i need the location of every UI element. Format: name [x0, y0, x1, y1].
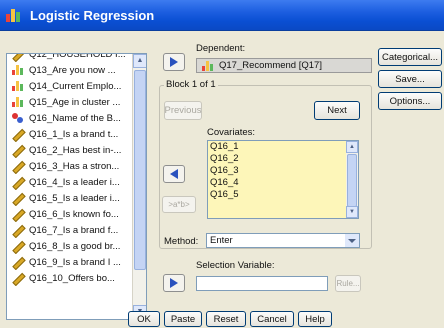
selection-variable-field[interactable]: [196, 276, 328, 291]
covariate-item[interactable]: Q16_2: [208, 153, 358, 165]
pencil-icon: [11, 128, 25, 140]
variable-label: Q16_1_Is a brand t...: [29, 128, 119, 140]
left-arrow-icon: [170, 169, 178, 179]
variable-label: Q16_9_Is a brand I ...: [29, 256, 121, 268]
selection-variable-label: Selection Variable:: [196, 260, 275, 271]
variable-list-item[interactable]: Q16_6_Is known fo...: [7, 206, 133, 222]
block-title: Block 1 of 1: [164, 79, 218, 90]
source-variable-list[interactable]: Q12_HOUSEHOLD I... Q13_Are you now ... Q14…: [6, 53, 147, 320]
variable-label: Q16_7_Is a brand f...: [29, 224, 119, 236]
pencil-icon: [11, 208, 25, 220]
covariate-item[interactable]: Q16_4: [208, 177, 358, 189]
method-label: Method:: [164, 236, 199, 247]
variable-list-item[interactable]: Q15_Age in cluster ...: [7, 94, 133, 110]
variable-label: Q14_Current Emplo...: [29, 80, 122, 92]
variable-label: Q16_5_Is a leader i...: [29, 192, 120, 204]
variable-list-item[interactable]: Q16_1_Is a brand t...: [7, 126, 133, 142]
variable-label: Q16_10_Offers bo...: [29, 272, 115, 284]
variable-label: Q16_3_Has a stron...: [29, 160, 120, 172]
dependent-value: Q17_Recommend [Q17]: [219, 60, 322, 71]
variable-label: Q13_Are you now ...: [29, 64, 116, 76]
variable-label: Q12_HOUSEHOLD I...: [29, 53, 126, 60]
variable-label: Q16_Name of the B...: [29, 112, 121, 124]
pencil-icon: [11, 256, 25, 268]
dependent-label: Dependent:: [196, 43, 246, 54]
bar-chart-icon: [11, 64, 25, 76]
title-bar[interactable]: Logistic Regression: [0, 0, 444, 31]
cov-scroll-down-button[interactable]: ▼: [346, 206, 358, 218]
right-arrow-icon: [170, 57, 178, 67]
variable-list-item[interactable]: Q16_2_Has best in-...: [7, 142, 133, 158]
move-to-covariates-button[interactable]: [163, 165, 185, 183]
pencil-icon: [11, 272, 25, 284]
options-button[interactable]: Options...: [378, 92, 442, 110]
covariate-item[interactable]: Q16_3: [208, 165, 358, 177]
categorical-button[interactable]: Categorical...: [378, 48, 442, 66]
bar-chart-icon: [11, 96, 25, 108]
variable-label: Q16_6_Is known fo...: [29, 208, 119, 220]
pencil-icon: [11, 192, 25, 204]
reset-button[interactable]: Reset: [206, 311, 246, 327]
nominal-variable-icon: [11, 112, 25, 124]
pencil-icon: [11, 160, 25, 172]
scroll-thumb[interactable]: [134, 70, 146, 270]
right-arrow-icon: [170, 278, 178, 288]
covariate-item[interactable]: Q16_5: [208, 189, 358, 201]
variable-label: Q16_8_Is a good br...: [29, 240, 121, 252]
variable-list-item[interactable]: Q13_Are you now ...: [7, 62, 133, 78]
save-button[interactable]: Save...: [378, 70, 442, 88]
variable-list-item[interactable]: Q16_7_Is a brand f...: [7, 222, 133, 238]
dependent-field[interactable]: Q17_Recommend [Q17]: [196, 58, 372, 73]
pencil-icon: [11, 54, 25, 60]
help-button[interactable]: Help: [298, 311, 332, 327]
covariates-list[interactable]: Q16_1 Q16_2 Q16_3 Q16_4 Q16_5 ▲ ▼: [207, 140, 359, 219]
variable-list-item[interactable]: Q16_9_Is a brand I ...: [7, 254, 133, 270]
scroll-up-button[interactable]: ▲: [133, 54, 146, 68]
variable-list-item[interactable]: Q16_5_Is a leader i...: [7, 190, 133, 206]
chevron-down-icon[interactable]: [345, 234, 359, 247]
method-value: Enter: [210, 235, 233, 246]
paste-button[interactable]: Paste: [164, 311, 202, 327]
ok-button[interactable]: OK: [128, 311, 160, 327]
next-button[interactable]: Next: [314, 101, 360, 120]
pencil-icon: [11, 240, 25, 252]
bar-chart-icon: [11, 80, 25, 92]
pencil-icon: [11, 144, 25, 156]
rule-button[interactable]: Rule...: [335, 275, 361, 292]
cov-scroll-thumb[interactable]: [347, 154, 357, 207]
pencil-icon: [11, 176, 25, 188]
variable-list-item[interactable]: Q14_Current Emplo...: [7, 78, 133, 94]
variable-list-item[interactable]: Q16_8_Is a good br...: [7, 238, 133, 254]
variable-list-item[interactable]: Q12_HOUSEHOLD I...: [7, 53, 133, 62]
variable-label: Q16_4_Is a leader i...: [29, 176, 120, 188]
covariate-item[interactable]: Q16_1: [208, 141, 358, 153]
variable-list-item[interactable]: Q16_Name of the B...: [7, 110, 133, 126]
variable-list-item[interactable]: Q16_4_Is a leader i...: [7, 174, 133, 190]
move-to-selection-button[interactable]: [163, 274, 185, 292]
move-to-dependent-button[interactable]: [163, 53, 185, 71]
covariate-items: Q16_1 Q16_2 Q16_3 Q16_4 Q16_5: [208, 141, 358, 201]
covariates-scrollbar[interactable]: ▲ ▼: [346, 141, 358, 218]
cancel-button[interactable]: Cancel: [250, 311, 294, 327]
variable-list-item[interactable]: Q16_3_Has a stron...: [7, 158, 133, 174]
variable-items: Q12_HOUSEHOLD I... Q13_Are you now ... Q14…: [7, 53, 133, 286]
variable-list-scrollbar[interactable]: ▲ ▼: [132, 54, 146, 319]
scale-variable-icon: [201, 60, 215, 72]
covariates-label: Covariates:: [207, 127, 256, 138]
variable-label: Q15_Age in cluster ...: [29, 96, 121, 108]
window-title: Logistic Regression: [30, 7, 155, 23]
dialog-body: Q12_HOUSEHOLD I... Q13_Are you now ... Q14…: [0, 31, 444, 328]
variable-label: Q16_2_Has best in-...: [29, 144, 122, 156]
cov-scroll-up-button[interactable]: ▲: [346, 141, 358, 153]
previous-button[interactable]: Previous: [164, 101, 202, 120]
pencil-icon: [11, 224, 25, 236]
logistic-regression-icon: [6, 6, 24, 24]
interaction-button[interactable]: >a*b>: [162, 196, 196, 213]
method-select[interactable]: Enter: [206, 233, 360, 248]
variable-list-item[interactable]: Q16_10_Offers bo...: [7, 270, 133, 286]
